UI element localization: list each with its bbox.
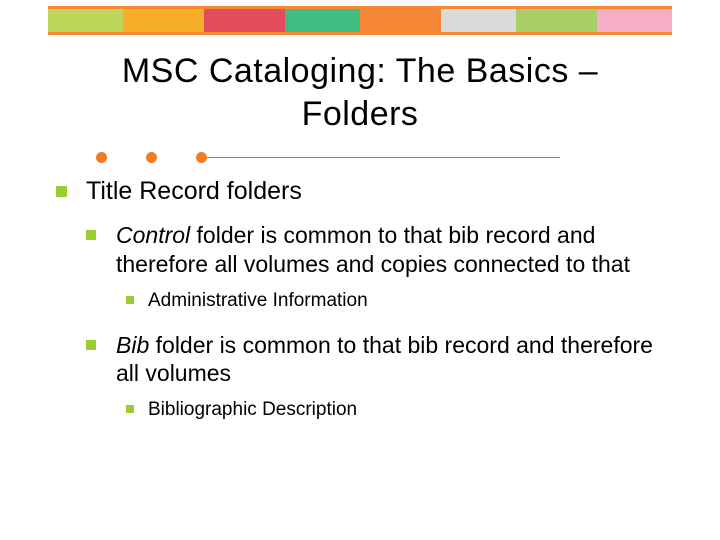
- square-bullet-icon: [126, 296, 134, 304]
- title-accent: [56, 152, 560, 164]
- bullet-text: folder is common to that bib record and …: [116, 222, 630, 277]
- accent-dot: [96, 152, 107, 163]
- decorative-top-band: [48, 6, 672, 32]
- bullet-level2: Bib folder is common to that bib record …: [86, 331, 680, 389]
- slide: MSC Cataloging: The Basics – Folders Tit…: [0, 0, 720, 540]
- slide-body: Title Record folders Control folder is c…: [56, 176, 680, 430]
- bullet-lead-italic: Control: [116, 222, 190, 248]
- bullet-level2: Control folder is common to that bib rec…: [86, 221, 680, 279]
- bullet-level1: Title Record folders: [56, 176, 680, 207]
- square-bullet-icon: [126, 405, 134, 413]
- bullet-text: Administrative Information: [148, 290, 368, 311]
- bullet-lead-italic: Bib: [116, 332, 149, 358]
- accent-dot: [146, 152, 157, 163]
- square-bullet-icon: [56, 186, 67, 197]
- bullet-level3: Administrative Information: [126, 289, 680, 313]
- slide-title: MSC Cataloging: The Basics – Folders: [60, 50, 660, 135]
- bullet-text: Title Record folders: [86, 177, 302, 205]
- square-bullet-icon: [86, 340, 96, 350]
- bullet-text: Bibliographic Description: [148, 399, 357, 420]
- bullet-text: folder is common to that bib record and …: [116, 332, 653, 387]
- square-bullet-icon: [86, 230, 96, 240]
- bullet-level3: Bibliographic Description: [126, 398, 680, 422]
- accent-line: [206, 157, 560, 158]
